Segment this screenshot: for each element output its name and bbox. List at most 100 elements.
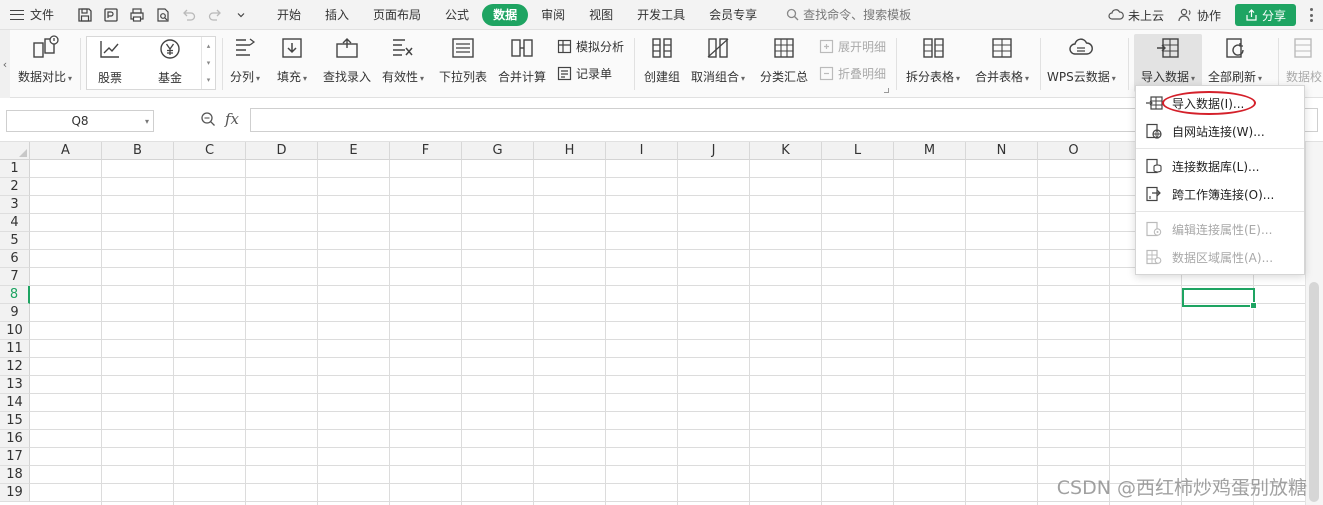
row-header[interactable]: 11 (0, 340, 30, 358)
create-group-button[interactable]: 创建组 (644, 34, 680, 85)
vertical-scrollbar[interactable] (1305, 142, 1323, 505)
data-validate-button[interactable]: 数据校 (1286, 34, 1322, 85)
row-header[interactable]: 5 (0, 232, 30, 250)
top-right-actions: 未上云 协作 分享 (1108, 0, 1313, 30)
stocks-button[interactable]: 股票 (95, 35, 125, 86)
menu-item-database-connection[interactable]: 连接数据库(L)... (1136, 152, 1304, 180)
menu-item-edit-connection-properties[interactable]: 编辑连接属性(E)... (1136, 215, 1304, 243)
column-header[interactable]: J (678, 142, 750, 160)
collapse-detail-button[interactable]: 折叠明细 (818, 65, 886, 82)
tab-insert[interactable]: 插入 (314, 4, 360, 26)
column-header[interactable]: O (1038, 142, 1110, 160)
refresh-all-button[interactable]: 全部刷新 ▾ (1208, 34, 1262, 85)
column-header[interactable]: N (966, 142, 1038, 160)
menu-item-import-data[interactable]: 导入数据(I)... (1136, 89, 1304, 117)
select-all-button[interactable] (0, 142, 30, 160)
command-search[interactable]: 查找命令、搜索模板 (786, 6, 911, 23)
zoom-search-icon[interactable] (200, 111, 216, 130)
consolidate-button[interactable]: 合并计算 (498, 34, 546, 85)
row-header[interactable]: 7 (0, 268, 30, 286)
merge-table-button[interactable]: 合并表格 ▾ (975, 34, 1029, 85)
save-icon[interactable] (74, 4, 96, 26)
column-header[interactable]: M (894, 142, 966, 160)
tab-data[interactable]: 数据 (482, 3, 529, 26)
column-header[interactable]: B (102, 142, 174, 160)
expand-detail-button[interactable]: 展开明细 (818, 38, 886, 55)
split-table-button[interactable]: 拆分表格 ▾ (906, 34, 960, 85)
column-header[interactable]: G (462, 142, 534, 160)
ungroup-button[interactable]: 取消组合 ▾ (691, 34, 745, 85)
print-preview-icon[interactable] (152, 4, 174, 26)
ribbon-scroll-left-icon[interactable]: ‹ (0, 30, 10, 98)
menu-item-web-connection[interactable]: 自网站连接(W)... (1136, 117, 1304, 145)
row-header-active[interactable]: 8 (0, 286, 30, 304)
subtotal-button[interactable]: 分类汇总 (760, 34, 808, 85)
chevron-down-icon[interactable]: ▾ (145, 117, 149, 126)
tab-view[interactable]: 视图 (578, 4, 624, 26)
tab-review[interactable]: 审阅 (530, 4, 576, 26)
column-header[interactable]: H (534, 142, 606, 160)
fill-button[interactable]: 填充 ▾ (277, 34, 307, 85)
menu-item-range-properties[interactable]: 数据区域属性(A)... (1136, 243, 1304, 271)
more-options-icon[interactable] (1310, 8, 1313, 22)
column-header[interactable]: A (30, 142, 102, 160)
row-header[interactable]: 12 (0, 358, 30, 376)
column-header[interactable]: E (318, 142, 390, 160)
column-header[interactable]: D (246, 142, 318, 160)
gallery-scroll[interactable]: ▴ ▾ ▾ (201, 37, 215, 89)
print-icon[interactable] (126, 4, 148, 26)
cell-area[interactable] (30, 160, 1305, 505)
row-header[interactable]: 2 (0, 178, 30, 196)
row-header[interactable]: 13 (0, 376, 30, 394)
row-header[interactable]: 14 (0, 394, 30, 412)
column-header[interactable]: L (822, 142, 894, 160)
data-compare-label: 数据对比 (18, 70, 67, 84)
tab-home[interactable]: 开始 (266, 4, 312, 26)
range-properties-icon (1144, 247, 1164, 267)
row-header[interactable]: 1 (0, 160, 30, 178)
lookup-entry-button[interactable]: 查找录入 (323, 34, 371, 85)
menu-item-workbook-connection[interactable]: 跨工作簿连接(O)... (1136, 180, 1304, 208)
row-header[interactable]: 19 (0, 484, 30, 502)
share-button[interactable]: 分享 (1234, 4, 1296, 26)
cloud-status-button[interactable]: 未上云 (1108, 7, 1164, 24)
validity-button[interactable]: 有效性 ▾ (382, 34, 424, 85)
row-header[interactable]: 15 (0, 412, 30, 430)
record-form-button[interactable]: 记录单 (556, 65, 612, 82)
export-pdf-icon[interactable] (100, 4, 122, 26)
column-header[interactable]: F (390, 142, 462, 160)
active-cell[interactable] (1182, 288, 1257, 309)
tab-page-layout[interactable]: 页面布局 (362, 4, 432, 26)
row-header[interactable]: 10 (0, 322, 30, 340)
tab-member[interactable]: 会员专享 (698, 4, 768, 26)
undo-icon[interactable] (178, 4, 200, 26)
what-if-analysis-button[interactable]: 模拟分析 (556, 38, 624, 55)
row-header[interactable]: 3 (0, 196, 30, 214)
data-compare-button[interactable]: 数据对比 ▾ (18, 34, 72, 85)
column-header[interactable]: C (174, 142, 246, 160)
dropdown-list-button[interactable]: 下拉列表 (439, 34, 487, 85)
customize-toolbar-icon[interactable] (230, 4, 252, 26)
import-data-button[interactable]: 导入数据 ▾ (1134, 34, 1202, 92)
tab-formulas[interactable]: 公式 (434, 4, 480, 26)
scrollbar-thumb[interactable] (1309, 282, 1319, 502)
funds-button[interactable]: 基金 (155, 35, 185, 86)
split-column-button[interactable]: 分列 ▾ (230, 34, 260, 85)
data-validate-icon (1289, 34, 1319, 62)
redo-icon[interactable] (204, 4, 226, 26)
wps-cloud-data-button[interactable]: WPS云数据 ▾ (1047, 34, 1116, 85)
file-menu[interactable]: 文件 (0, 6, 64, 23)
group-dialog-launcher-icon[interactable] (884, 88, 889, 93)
column-header[interactable]: K (750, 142, 822, 160)
tab-developer[interactable]: 开发工具 (626, 4, 696, 26)
row-header[interactable]: 6 (0, 250, 30, 268)
name-box[interactable]: Q8 ▾ (6, 110, 154, 132)
insert-function-icon[interactable]: fx (225, 110, 239, 128)
column-header[interactable]: I (606, 142, 678, 160)
row-header[interactable]: 17 (0, 448, 30, 466)
row-header[interactable]: 16 (0, 430, 30, 448)
row-header[interactable]: 18 (0, 466, 30, 484)
collaborate-button[interactable]: 协作 (1178, 7, 1221, 24)
row-header[interactable]: 9 (0, 304, 30, 322)
row-header[interactable]: 4 (0, 214, 30, 232)
